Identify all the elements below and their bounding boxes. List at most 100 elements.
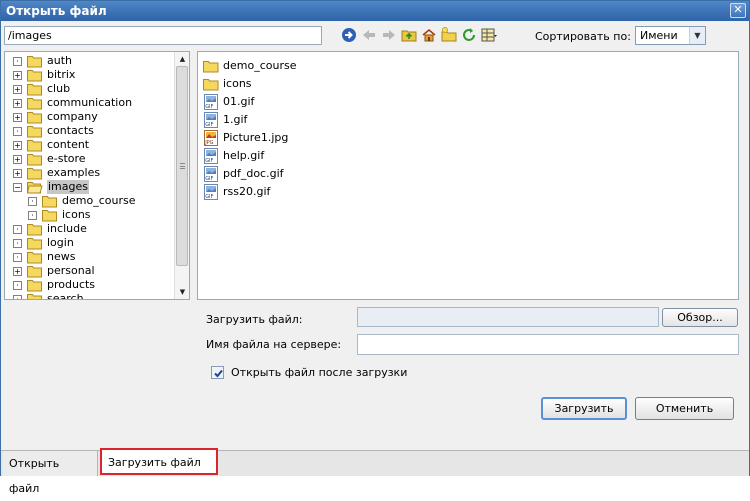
gif-file-icon: GIF	[203, 112, 219, 128]
gif-file-icon: GIF	[203, 94, 219, 110]
svg-text:GIF: GIF	[205, 194, 213, 200]
tree-item-label: images	[47, 180, 89, 194]
tree-item[interactable]: · include	[5, 222, 175, 236]
collapse-icon[interactable]: −	[13, 183, 22, 192]
leaf-icon[interactable]: ·	[13, 127, 22, 136]
gif-file-icon: GIF	[203, 184, 219, 200]
tree-item-label: e-store	[47, 152, 86, 165]
tree-scrollbar[interactable]: ▲ ▼	[174, 52, 189, 299]
tree-item[interactable]: · contacts	[5, 124, 175, 138]
tab-upload-file[interactable]: Загрузить файл	[100, 448, 218, 475]
cancel-button[interactable]: Отменить	[635, 397, 734, 420]
path-input[interactable]	[4, 26, 322, 45]
tab-upload-file-label: Загрузить файл	[108, 456, 201, 469]
leaf-icon[interactable]: ·	[13, 281, 22, 290]
close-icon[interactable]: ✕	[730, 3, 746, 18]
tree-item[interactable]: + company	[5, 110, 175, 124]
sort-select[interactable]: Имени ▼	[635, 26, 706, 45]
expand-icon[interactable]: +	[13, 155, 22, 164]
checkmark-icon	[214, 369, 223, 378]
upload-button[interactable]: Загрузить	[541, 397, 627, 420]
tree-item[interactable]: + e-store	[5, 152, 175, 166]
jpg-file-icon: JPG	[203, 130, 219, 146]
folder-tree-list: · auth + bitrix + club + communication + company ·…	[5, 54, 175, 300]
folder-icon	[203, 58, 219, 74]
scroll-down-icon[interactable]: ▼	[175, 285, 189, 299]
open-file-dialog: Открыть файл ✕ Сортировать по: Имени	[0, 0, 750, 495]
file-item-name: help.gif	[223, 149, 265, 162]
server-filename-label: Имя файла на сервере:	[206, 338, 342, 351]
tree-item[interactable]: − images	[5, 180, 175, 194]
home-icon[interactable]	[421, 27, 437, 43]
tree-item[interactable]: · auth	[5, 54, 175, 68]
go-icon[interactable]	[341, 27, 357, 43]
tree-item[interactable]: · news	[5, 250, 175, 264]
file-item-name: 01.gif	[223, 95, 255, 108]
svg-text:GIF: GIF	[205, 122, 213, 128]
leaf-icon[interactable]: ·	[13, 253, 22, 262]
tree-item-label: examples	[47, 166, 101, 179]
tree-item[interactable]: + club	[5, 82, 175, 96]
tree-item[interactable]: + communication	[5, 96, 175, 110]
window-title: Открыть файл	[6, 4, 107, 18]
tree-item-label: include	[47, 222, 87, 235]
sort-label: Сортировать по:	[535, 30, 631, 43]
view-mode-icon[interactable]	[481, 27, 497, 43]
leaf-icon[interactable]: ·	[13, 225, 22, 234]
tree-item-label: search	[47, 292, 84, 300]
tree-item-label: personal	[47, 264, 95, 277]
back-icon[interactable]	[361, 27, 377, 43]
open-after-upload-checkbox[interactable]	[211, 366, 224, 379]
file-item-name: 1.gif	[223, 113, 248, 126]
tree-item-label: bitrix	[47, 68, 76, 81]
chevron-down-icon[interactable]: ▼	[689, 27, 705, 44]
tree-item[interactable]: · login	[5, 236, 175, 250]
leaf-icon[interactable]: ·	[28, 211, 37, 220]
file-item-name: icons	[223, 77, 252, 90]
scrollbar-thumb[interactable]	[176, 66, 188, 266]
scroll-up-icon[interactable]: ▲	[175, 52, 189, 66]
svg-text:JPG: JPG	[204, 140, 213, 146]
upload-file-label: Загрузить файл:	[206, 313, 303, 326]
expand-icon[interactable]: +	[13, 169, 22, 178]
refresh-icon[interactable]	[461, 27, 477, 43]
upload-file-field[interactable]	[357, 307, 659, 327]
tree-item[interactable]: · search	[5, 292, 175, 300]
tree-item-label: login	[47, 236, 74, 249]
tree-item[interactable]: · icons	[5, 208, 175, 222]
new-folder-icon[interactable]	[441, 27, 457, 43]
expand-icon[interactable]: +	[13, 85, 22, 94]
leaf-icon[interactable]: ·	[13, 295, 22, 299]
expand-icon[interactable]: +	[13, 99, 22, 108]
tree-item[interactable]: + bitrix	[5, 68, 175, 82]
svg-text:GIF: GIF	[205, 158, 213, 164]
forward-icon[interactable]	[381, 27, 397, 43]
tree-item-label: auth	[47, 54, 72, 67]
folder-icon	[27, 293, 43, 299]
expand-icon[interactable]: +	[13, 71, 22, 80]
svg-text:GIF: GIF	[205, 176, 213, 182]
expand-icon[interactable]: +	[13, 141, 22, 150]
server-filename-field[interactable]	[357, 334, 739, 355]
leaf-icon[interactable]: ·	[28, 197, 37, 206]
tree-item[interactable]: · demo_course	[5, 194, 175, 208]
tree-item-label: icons	[62, 208, 91, 221]
open-after-upload-label[interactable]: Открыть файл после загрузки	[231, 366, 407, 379]
expand-icon[interactable]: +	[13, 267, 22, 276]
file-item-name: pdf_doc.gif	[223, 167, 284, 180]
leaf-icon[interactable]: ·	[13, 57, 22, 66]
expand-icon[interactable]: +	[13, 113, 22, 122]
tree-item[interactable]: + content	[5, 138, 175, 152]
tree-item[interactable]: + examples	[5, 166, 175, 180]
tab-open-file[interactable]: Открыть файл	[3, 451, 98, 495]
tree-item[interactable]: + personal	[5, 264, 175, 278]
gif-file-icon: GIF	[203, 166, 219, 182]
tree-item-label: company	[47, 110, 98, 123]
folder-up-icon[interactable]	[401, 27, 417, 43]
tree-item[interactable]: · products	[5, 278, 175, 292]
file-item-name: Picture1.jpg	[223, 131, 289, 144]
tree-item-label: communication	[47, 96, 133, 109]
leaf-icon[interactable]: ·	[13, 239, 22, 248]
tree-item-label: news	[47, 250, 76, 263]
browse-button[interactable]: Обзор...	[662, 308, 738, 327]
